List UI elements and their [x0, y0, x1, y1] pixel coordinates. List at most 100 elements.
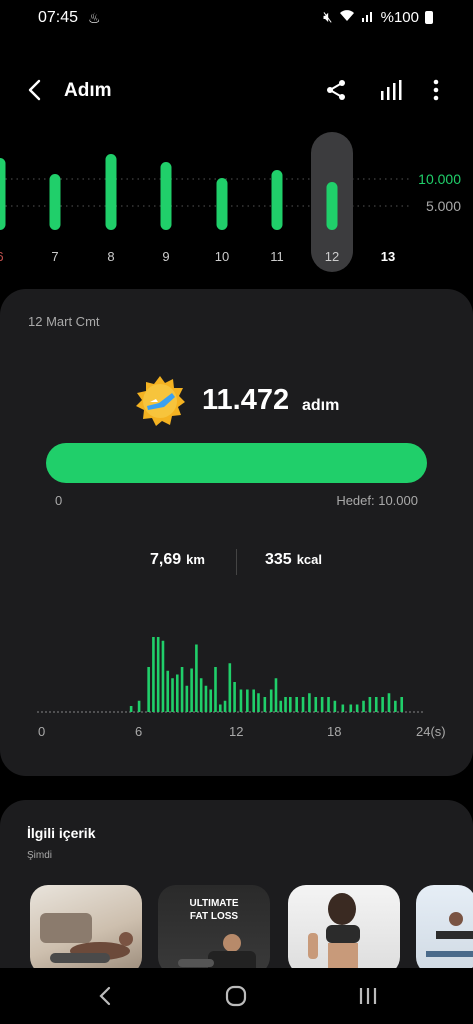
hourly-bar — [129, 706, 133, 712]
hourly-bar — [228, 663, 232, 712]
nav-back-icon[interactable] — [92, 984, 120, 1008]
baseline-dot — [385, 711, 387, 713]
baseline-dot — [49, 711, 51, 713]
baseline-dot — [133, 711, 135, 713]
calories-unit: kcal — [296, 552, 323, 567]
hourly-bar — [171, 678, 174, 712]
hour-tick-label: 0 — [38, 724, 46, 739]
hourly-bar — [269, 689, 273, 712]
day-label[interactable]: 8 — [107, 249, 114, 264]
baseline-dot — [317, 711, 319, 713]
hourly-bar — [327, 697, 330, 712]
baseline-dot — [89, 711, 91, 713]
baseline-dot — [305, 711, 307, 713]
day-label[interactable]: 13 — [381, 249, 395, 264]
hourly-bar — [166, 670, 170, 712]
weekly-steps-svg: 6 7 8 9 10 11 12 13 — [0, 132, 410, 272]
hourly-bar — [161, 640, 165, 712]
hourly-bar — [284, 697, 287, 712]
nav-recents-icon[interactable] — [354, 984, 382, 1008]
stats-divider — [236, 549, 237, 575]
hourly-bar — [152, 637, 155, 712]
distance-stat: 7,69 km — [150, 551, 205, 569]
stats-row: 7,69 km 335 kcal — [0, 549, 473, 575]
baseline-dot — [85, 711, 87, 713]
day-bar[interactable] — [105, 154, 117, 230]
workout-image — [426, 912, 473, 957]
hour-tick-label: 6 — [135, 724, 143, 739]
day-label[interactable]: 7 — [51, 249, 58, 264]
hourly-bar — [295, 697, 298, 712]
hourly-bar — [233, 682, 236, 712]
status-icons: 🔇︎ %100 — [323, 9, 433, 26]
more-options-icon[interactable] — [424, 78, 448, 102]
baseline-dot — [81, 711, 83, 713]
related-content-card[interactable]: ULTIMATE FAT LOSS — [158, 885, 270, 975]
hour-tick-label: 18 — [327, 724, 342, 739]
day-bar[interactable] — [0, 158, 6, 230]
hourly-bar — [368, 697, 372, 712]
day-label[interactable]: 9 — [162, 249, 169, 264]
day-bar[interactable] — [216, 178, 228, 230]
day-bar[interactable] — [160, 162, 172, 230]
hourly-bar — [320, 697, 324, 712]
hourly-bar — [199, 678, 203, 712]
related-content-card[interactable] — [288, 885, 400, 975]
hourly-bar — [314, 697, 318, 712]
hourly-bar — [263, 697, 267, 712]
hourly-bar — [209, 689, 213, 712]
signal-icon — [361, 9, 375, 26]
baseline-dot — [61, 711, 63, 713]
baseline-dot — [53, 711, 55, 713]
share-icon[interactable] — [324, 78, 348, 102]
nav-home-icon[interactable] — [222, 984, 250, 1008]
hourly-bar — [374, 697, 378, 712]
status-bar: 07:45 ♨ 🔇︎ %100 — [0, 0, 473, 36]
baseline-dot — [249, 711, 251, 713]
hourly-bar — [185, 685, 189, 712]
hourly-bar — [223, 700, 227, 712]
hourly-bar — [190, 668, 193, 712]
hourly-bar — [257, 693, 260, 712]
hourly-bar — [387, 693, 391, 712]
day-label[interactable]: 12 — [325, 249, 339, 264]
day-label[interactable]: 6 — [0, 249, 4, 264]
baseline-dot — [325, 711, 327, 713]
related-content-card[interactable] — [416, 885, 473, 975]
system-nav-bar — [0, 968, 473, 1024]
day-bar[interactable] — [271, 170, 283, 230]
baseline-dot — [73, 711, 75, 713]
day-label[interactable]: 10 — [215, 249, 229, 264]
baseline-dot — [217, 711, 219, 713]
hourly-bar — [239, 689, 243, 712]
calories-stat: 335 kcal — [265, 551, 322, 569]
hourly-bar — [195, 644, 198, 712]
distance-unit: km — [186, 552, 205, 567]
goal-medal-icon — [136, 376, 185, 426]
baseline-dot — [417, 711, 419, 713]
hour-tick-label: 12 — [229, 724, 244, 739]
baseline-dot — [409, 711, 411, 713]
daily-summary-card: 12 Mart Cmt 11.472 adım 0 Hedef: 10.000 … — [0, 289, 473, 776]
day-label[interactable]: 11 — [270, 249, 284, 264]
baseline-dot — [117, 711, 119, 713]
baseline-dot — [353, 711, 355, 713]
day-bar[interactable] — [49, 174, 61, 230]
baseline-dot — [65, 711, 67, 713]
distance-value: 7,69 — [150, 551, 182, 568]
baseline-dot — [41, 711, 43, 713]
baseline-dot — [45, 711, 47, 713]
baseline-dot — [373, 711, 375, 713]
baseline-dot — [293, 711, 295, 713]
hourly-bar — [341, 704, 345, 712]
day-bar[interactable] — [326, 182, 338, 230]
baseline-dot — [405, 711, 407, 713]
stats-icon[interactable] — [378, 78, 402, 102]
baseline-dot — [97, 711, 99, 713]
back-icon[interactable] — [24, 78, 48, 102]
hourly-bar — [204, 685, 208, 712]
hourly-bar — [180, 667, 184, 712]
related-content-card[interactable] — [30, 885, 142, 975]
baseline-dot — [365, 711, 367, 713]
app-header: Adım — [0, 70, 473, 112]
